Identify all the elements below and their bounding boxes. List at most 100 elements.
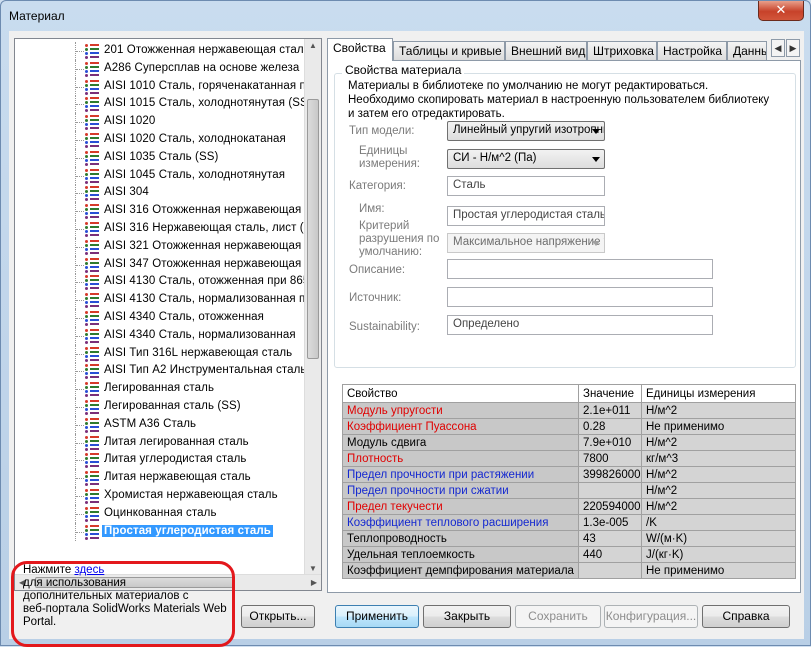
table-row[interactable]: Теплопроводность 43 W/(м·K) (342, 530, 796, 547)
tree-item[interactable]: A286 Суперсплав на основе железа (15, 59, 305, 78)
material-icon (85, 292, 99, 309)
scroll-right-icon[interactable]: ▶ (311, 578, 317, 587)
model-type-select[interactable]: Линейный упругий изотропный (447, 121, 605, 141)
tree-item[interactable]: AISI 1010 Сталь, горяченакатанная полоса (15, 77, 305, 96)
here-link[interactable]: здесь (74, 564, 104, 576)
property-value-cell[interactable]: 7800 (578, 450, 642, 467)
group-title: Свойства материала (342, 63, 465, 77)
tree-item[interactable]: Легированная сталь (15, 380, 305, 399)
property-value-cell[interactable]: 220594000 (578, 498, 642, 515)
tree-item[interactable]: AISI Тип A2 Инструментальная сталь (15, 362, 305, 381)
tree-vertical-scroll-thumb[interactable] (307, 99, 319, 359)
tree-item[interactable]: Оцинкованная сталь (15, 504, 305, 523)
column-header-units[interactable]: Единицы измерения (641, 384, 796, 403)
failure-criterion-select[interactable]: Максимальное напряжение von Mises (447, 233, 605, 253)
source-field[interactable] (447, 287, 713, 307)
tab-scroll-left-icon[interactable]: ◀ (771, 39, 785, 57)
tree-item[interactable]: Литая легированная сталь (15, 433, 305, 452)
tree-item[interactable]: AISI Тип 316L нержавеющая сталь (15, 344, 305, 363)
table-row[interactable]: Модуль упругости 2.1e+011 Н/м^2 (342, 402, 796, 419)
tree-item[interactable]: AISI 304 (15, 184, 305, 203)
units-select[interactable]: СИ - Н/м^2 (Па) (447, 149, 605, 169)
tab-properties[interactable]: Свойства (327, 38, 393, 61)
tab-application-data[interactable]: Данные приложения (727, 41, 767, 60)
tree-item[interactable]: 201 Отожженная нержавеющая сталь (15, 42, 305, 60)
tree-connector (75, 273, 85, 292)
table-row[interactable]: Коэффициент демпфирования материала Не пр… (342, 562, 796, 579)
tree-item[interactable]: AISI 316 Нержавеющая сталь, лист (SS) (15, 220, 305, 238)
sustainability-field[interactable]: Определено (447, 315, 713, 335)
tree-item[interactable]: AISI 4340 Сталь, нормализованная (15, 326, 305, 345)
table-header-row: Свойство Значение Единицы измерения (342, 384, 796, 403)
tree-vertical-scrollbar[interactable]: ▲ ▼ (304, 39, 321, 575)
tree-item[interactable]: AISI 1045 Сталь, холоднотянутая (15, 166, 305, 185)
description-field[interactable] (447, 259, 713, 279)
column-header-value[interactable]: Значение (578, 384, 642, 403)
tree-item[interactable]: AISI 4130 Сталь, отожженная при 865C (15, 273, 305, 292)
tree-item[interactable]: Литая углеродистая сталь (15, 451, 305, 470)
chevron-down-icon (592, 157, 600, 162)
table-row[interactable]: Удельная теплоемкость 440 J/(кг·K) (342, 546, 796, 563)
tab-appearance[interactable]: Внешний вид (505, 41, 587, 60)
tree-item[interactable]: AISI 1015 Сталь, холоднотянутая (SS) (15, 95, 305, 114)
material-tree[interactable]: 201 Отожженная нержавеющая сталь A286 Суп… (14, 38, 322, 591)
tree-item[interactable]: Хромистая нержавеющая сталь (15, 487, 305, 505)
property-value-cell[interactable]: 399826000 (578, 466, 642, 483)
tree-connector (75, 148, 85, 167)
tree-connector (75, 433, 85, 452)
close-icon[interactable]: ✕ (758, 1, 804, 21)
tree-item-label: AISI 4340 Сталь, нормализованная (104, 328, 296, 341)
configuration-button[interactable]: Конфигурация... (604, 605, 698, 628)
property-value-cell[interactable]: 440 (578, 546, 642, 563)
tree-item[interactable]: AISI 4340 Сталь, отожженная (15, 309, 305, 327)
table-row[interactable]: Плотность 7800 кг/м^3 (342, 450, 796, 467)
table-row[interactable]: Коэффициент Пуассона 0.28 Не применимо (342, 418, 796, 435)
open-button[interactable]: Открыть... (241, 605, 315, 628)
tree-item-label: AISI 1020 (104, 115, 156, 128)
property-value-cell[interactable] (578, 482, 642, 499)
tree-item[interactable]: Простая углеродистая сталь (15, 522, 305, 541)
tree-item[interactable]: AISI 321 Отожженная нержавеющая сталь (15, 237, 305, 256)
property-unit-cell: /K (641, 514, 796, 531)
tab-hatching[interactable]: Штриховка (587, 41, 657, 60)
table-row[interactable]: Предел прочности при сжатии Н/м^2 (342, 482, 796, 499)
scroll-down-icon[interactable]: ▼ (309, 564, 317, 573)
help-button[interactable]: Справка (702, 605, 790, 628)
tree-item[interactable]: AISI 1020 (15, 113, 305, 132)
tree-item[interactable]: AISI 316 Отожженная нержавеющая сталь (15, 202, 305, 221)
title-bar[interactable]: Материал ✕ (1, 1, 810, 31)
category-field[interactable]: Сталь (447, 176, 605, 196)
table-row[interactable]: Предел текучести 220594000 Н/м^2 (342, 498, 796, 515)
table-row[interactable]: Предел прочности при растяжении 399826000… (342, 466, 796, 483)
tree-item-label: Литая углеродистая сталь (104, 453, 247, 466)
table-row[interactable]: Коэффициент теплового расширения 1.3e-005… (342, 514, 796, 531)
apply-button[interactable]: Применить (335, 605, 419, 628)
tab-scroll-right-icon[interactable]: ▶ (786, 39, 800, 57)
property-value-cell[interactable]: 1.3e-005 (578, 514, 642, 531)
tree-item[interactable]: AISI 347 Отожженная нержавеющая сталь (15, 255, 305, 274)
tree-item[interactable]: Литая нержавеющая сталь (15, 469, 305, 488)
scroll-up-icon[interactable]: ▲ (309, 41, 317, 50)
name-field[interactable]: Простая углеродистая сталь (447, 206, 605, 226)
property-value-cell[interactable]: 43 (578, 530, 642, 547)
property-value-cell[interactable]: 7.9e+010 (578, 434, 642, 451)
tab-tables-curves[interactable]: Таблицы и кривые (393, 41, 505, 60)
tree-item[interactable]: AISI 1035 Сталь (SS) (15, 148, 305, 167)
note-line: Материалы в библиотеке по умолчанию не м… (348, 80, 709, 92)
close-button[interactable]: Закрыть (423, 605, 511, 628)
tree-connector (75, 166, 85, 185)
tree-item[interactable]: AISI 1020 Сталь, холоднокатаная (15, 131, 305, 149)
save-button[interactable]: Сохранить (515, 605, 601, 628)
tree-item[interactable]: ASTM A36 Сталь (15, 415, 305, 434)
table-row[interactable]: Модуль сдвига 7.9e+010 Н/м^2 (342, 434, 796, 451)
property-value-cell[interactable]: 2.1e+011 (578, 402, 642, 419)
tree-item[interactable]: Легированная сталь (SS) (15, 398, 305, 416)
tab-settings[interactable]: Настройка (657, 41, 727, 60)
tree-item-label: ASTM A36 Сталь (104, 417, 197, 430)
column-header-property[interactable]: Свойство (342, 384, 579, 403)
property-value-cell[interactable] (578, 562, 642, 579)
property-value-cell[interactable]: 0.28 (578, 418, 642, 435)
material-tree-list: 201 Отожженная нержавеющая сталь A286 Суп… (15, 39, 305, 575)
tree-item[interactable]: AISI 4130 Сталь, нормализованная при 870… (15, 291, 305, 310)
tree-connector (75, 59, 85, 78)
